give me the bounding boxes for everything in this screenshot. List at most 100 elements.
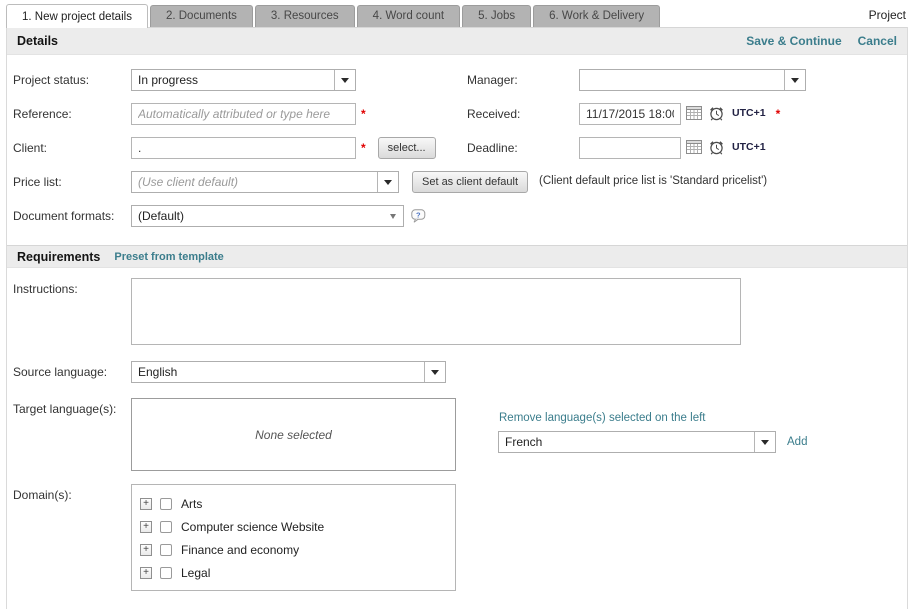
details-title: Details: [17, 34, 58, 48]
row-reference-received: Reference: * Received: UTC+1: [7, 103, 907, 125]
add-language-row: French Add: [498, 431, 807, 453]
manager-select[interactable]: [579, 69, 806, 91]
tab-resources[interactable]: 3. Resources: [255, 5, 355, 27]
field-reference: Reference: *: [7, 103, 461, 125]
client-default-note: (Client default price list is 'Standard …: [539, 171, 767, 187]
tab-bar: 1. New project details 2. Documents 3. R…: [6, 0, 908, 27]
field-client: Client: * select...: [7, 137, 461, 159]
tab-documents[interactable]: 2. Documents: [150, 5, 253, 27]
source-language-label: Source language:: [7, 361, 131, 379]
add-language-link[interactable]: Add: [787, 436, 807, 448]
details-form: Project status: In progress Manager:: [7, 55, 907, 245]
expand-plus-icon[interactable]: +: [140, 498, 152, 510]
field-project-status: Project status: In progress: [7, 69, 461, 91]
project-status-label: Project status:: [7, 69, 131, 87]
tab-word-count[interactable]: 4. Word count: [357, 5, 460, 27]
document-formats-value: (Default): [132, 206, 382, 226]
row-domains: Domain(s): + Arts + Computer science Web…: [7, 484, 907, 591]
document-formats-dropdown-button[interactable]: [382, 206, 403, 226]
field-received: Received: UTC+1 *: [461, 103, 907, 125]
reference-input[interactable]: [131, 103, 356, 125]
domain-item: + Legal: [140, 561, 447, 584]
instructions-label: Instructions:: [7, 278, 131, 296]
domain-checkbox[interactable]: [160, 544, 172, 556]
preset-from-template-link[interactable]: Preset from template: [114, 251, 223, 263]
row-target-languages: Target language(s): None selected Remove…: [7, 398, 907, 471]
requirements-section-header: Requirements Preset from template: [7, 245, 907, 268]
deadline-label: Deadline:: [461, 137, 579, 155]
tab-work-delivery[interactable]: 6. Work & Delivery: [533, 5, 660, 27]
target-languages-empty-text: None selected: [255, 428, 332, 442]
project-status-dropdown-button[interactable]: [334, 70, 355, 90]
manager-dropdown-button[interactable]: [784, 70, 805, 90]
calendar-icon[interactable]: [686, 105, 703, 121]
received-input[interactable]: [579, 103, 681, 125]
row-price-list: Price list: (Use client default) Set as …: [7, 171, 907, 193]
project-status-select[interactable]: In progress: [131, 69, 356, 91]
domain-label: Legal: [181, 566, 210, 580]
page-context-label: Project: [869, 8, 908, 27]
required-asterisk: *: [776, 103, 781, 121]
expand-plus-icon[interactable]: +: [140, 521, 152, 533]
field-deadline: Deadline: UTC+1: [461, 137, 907, 159]
client-label: Client:: [7, 137, 131, 155]
help-icon[interactable]: ?: [411, 209, 426, 223]
source-language-select[interactable]: English: [131, 361, 446, 383]
deadline-timezone: UTC+1: [732, 137, 766, 153]
save-continue-button[interactable]: Save & Continue: [746, 34, 841, 48]
cancel-button[interactable]: Cancel: [858, 34, 897, 48]
chevron-down-icon: [791, 78, 799, 83]
expand-plus-icon[interactable]: +: [140, 544, 152, 556]
tab-new-project-details[interactable]: 1. New project details: [6, 4, 148, 28]
domain-label: Finance and economy: [181, 543, 299, 557]
chevron-down-icon: [390, 214, 396, 219]
price-list-value: (Use client default): [132, 172, 377, 192]
calendar-icon[interactable]: [686, 139, 703, 155]
chevron-down-icon: [341, 78, 349, 83]
row-client-deadline: Client: * select... Deadline:: [7, 137, 907, 159]
add-language-select[interactable]: French: [498, 431, 776, 453]
requirements-title: Requirements: [17, 250, 100, 264]
price-list-label: Price list:: [7, 171, 131, 189]
row-source-language: Source language: English: [7, 361, 907, 383]
chevron-down-icon: [431, 370, 439, 375]
price-list-dropdown-button[interactable]: [377, 172, 398, 192]
row-status-manager: Project status: In progress Manager:: [7, 69, 907, 91]
domain-label: Arts: [181, 497, 202, 511]
price-list-select[interactable]: (Use client default): [131, 171, 399, 193]
project-status-value: In progress: [132, 70, 334, 90]
add-language-dropdown-button[interactable]: [754, 432, 775, 452]
clock-icon[interactable]: [708, 105, 725, 122]
instructions-textarea[interactable]: [131, 278, 741, 345]
domains-label: Domain(s):: [7, 484, 131, 502]
details-section-header: Details Save & Continue Cancel: [7, 27, 907, 55]
source-language-dropdown-button[interactable]: [424, 362, 445, 382]
document-formats-select[interactable]: (Default): [131, 205, 404, 227]
deadline-input[interactable]: [579, 137, 681, 159]
received-datetime-group: UTC+1 *: [579, 103, 780, 125]
target-languages-list[interactable]: None selected: [131, 398, 456, 471]
received-label: Received:: [461, 103, 579, 121]
chevron-down-icon: [761, 440, 769, 445]
row-instructions: Instructions:: [7, 278, 907, 345]
row-document-formats: Document formats: (Default) ?: [7, 205, 907, 227]
project-editor: 1. New project details 2. Documents 3. R…: [6, 0, 908, 609]
clock-icon[interactable]: [708, 139, 725, 156]
domain-checkbox[interactable]: [160, 521, 172, 533]
details-actions: Save & Continue Cancel: [746, 34, 897, 48]
domain-label: Computer science Website: [181, 520, 324, 534]
domains-tree: + Arts + Computer science Website + Fina…: [131, 484, 456, 591]
content-area: Details Save & Continue Cancel Project s…: [6, 27, 908, 609]
field-manager: Manager:: [461, 69, 907, 91]
deadline-datetime-group: UTC+1: [579, 137, 766, 159]
manager-value: [580, 70, 784, 90]
client-select-button[interactable]: select...: [378, 137, 436, 159]
tab-jobs[interactable]: 5. Jobs: [462, 5, 531, 27]
client-input[interactable]: [131, 137, 356, 159]
reference-label: Reference:: [7, 103, 131, 121]
target-languages-controls: Remove language(s) selected on the left …: [498, 398, 807, 453]
remove-languages-link[interactable]: Remove language(s) selected on the left: [499, 412, 705, 424]
target-languages-label: Target language(s):: [7, 398, 131, 416]
set-client-default-button[interactable]: Set as client default: [412, 171, 528, 193]
domain-checkbox[interactable]: [160, 498, 172, 510]
